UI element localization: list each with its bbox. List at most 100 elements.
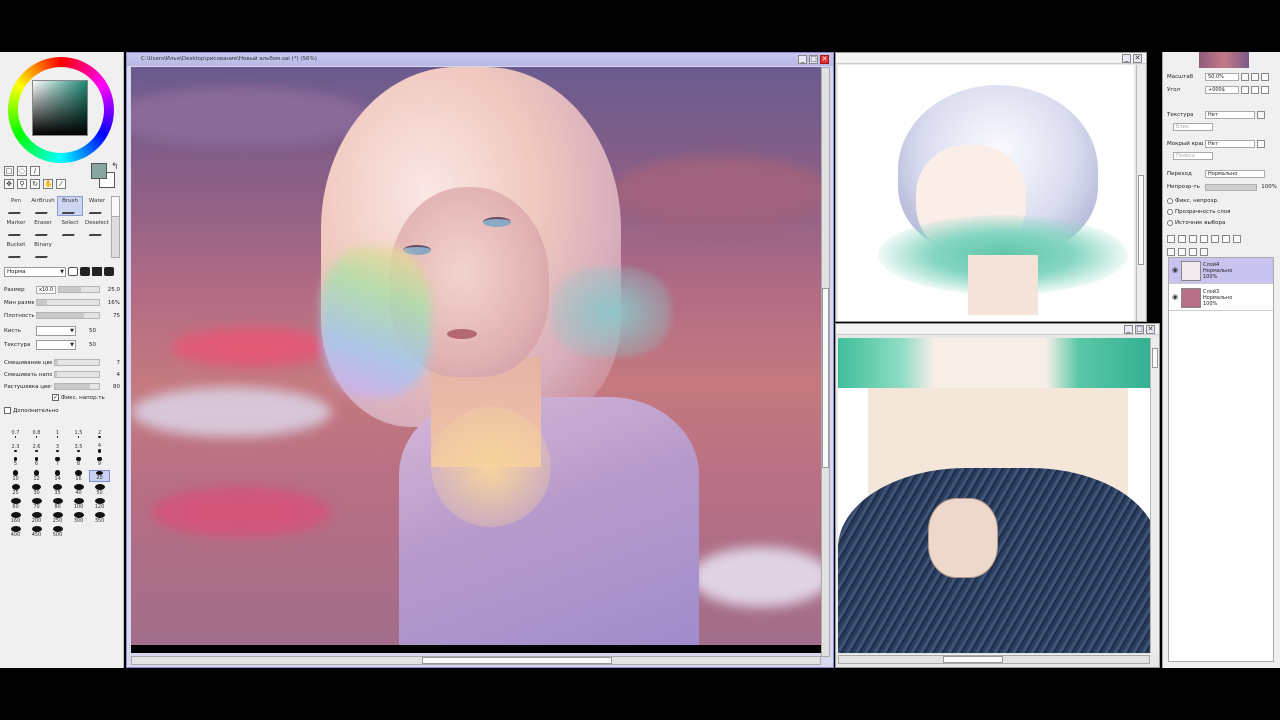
minimize-button[interactable]: _	[1122, 54, 1131, 63]
brush-shape-flat-icon[interactable]	[68, 267, 78, 276]
brush-size-preset[interactable]: 450	[26, 526, 47, 538]
size-slider[interactable]	[58, 286, 100, 293]
brush-size-preset[interactable]: 80	[47, 498, 68, 510]
brush-size-preset[interactable]: 300	[68, 512, 89, 524]
brush-size-preset[interactable]: 2.3	[5, 442, 26, 454]
min-size-slider[interactable]	[36, 299, 100, 306]
maximize-button[interactable]: □	[1135, 325, 1144, 334]
delete-layer-icon[interactable]	[1233, 235, 1241, 243]
reference-2-horizontal-scrollbar[interactable]	[838, 655, 1150, 664]
brush-size-preset[interactable]: 30	[26, 484, 47, 496]
brush-size-preset[interactable]: 2	[89, 428, 110, 440]
copy-layer-icon[interactable]	[1211, 235, 1219, 243]
brush-size-preset[interactable]: 14	[47, 470, 68, 482]
zoom-reset-button[interactable]	[1261, 73, 1269, 81]
density-slider[interactable]	[36, 312, 100, 319]
close-button[interactable]: ✕	[1133, 54, 1142, 63]
saturation-value-square[interactable]	[32, 80, 88, 136]
tools-scrollbar-thumb[interactable]	[112, 197, 119, 217]
brush-size-preset[interactable]: 0.7	[5, 428, 26, 440]
tool-brush[interactable]: Brush	[57, 196, 83, 216]
layer-blend-select[interactable]: Нормально	[1205, 170, 1265, 178]
rotate-left-button[interactable]	[1241, 86, 1249, 94]
brush-shape-select[interactable]: ▼	[36, 325, 76, 336]
brush-size-preset[interactable]: 2.6	[26, 442, 47, 454]
eyedropper-icon[interactable]: ⁄	[56, 179, 66, 189]
brush-size-preset[interactable]: 5	[5, 456, 26, 468]
brush-size-preset[interactable]: 20	[89, 470, 110, 482]
brush-size-preset[interactable]: 10	[5, 470, 26, 482]
close-button[interactable]: ✕	[820, 55, 829, 64]
visibility-eye-icon[interactable]: ◉	[1171, 266, 1179, 275]
navigator-thumbnail[interactable]	[1199, 52, 1249, 68]
reference-1-scrollbar[interactable]	[1136, 65, 1145, 321]
brush-size-preset[interactable]: 250	[47, 512, 68, 524]
tool-select[interactable]: Select	[57, 218, 83, 238]
advanced-settings-row[interactable]: Дополнительно	[4, 407, 59, 414]
keep-opacity-checkbox[interactable]: ✓	[52, 394, 59, 401]
reference-2-scroll-thumb[interactable]	[1152, 348, 1158, 368]
new-folder-icon[interactable]	[1189, 235, 1197, 243]
size-multiplier[interactable]: x10.0	[36, 285, 56, 294]
canvas-vertical-scrollbar[interactable]	[821, 67, 830, 657]
clear-layer-icon[interactable]	[1222, 235, 1230, 243]
texture-select[interactable]: Нет	[1205, 111, 1255, 119]
hand-icon[interactable]: ✋	[43, 179, 53, 189]
transfer-down-icon[interactable]	[1167, 248, 1175, 256]
param-density[interactable]: Плотность 75	[4, 310, 120, 321]
option-selection-source[interactable]: Источник выбора	[1167, 218, 1277, 228]
layer-item[interactable]: ◉ Слой4 Нормально 100%	[1169, 258, 1273, 284]
new-linework-layer-icon[interactable]	[1178, 235, 1186, 243]
selection-source-radio[interactable]	[1167, 220, 1173, 226]
tool-pen[interactable]: Pen	[3, 196, 29, 216]
brush-size-preset[interactable]: 25	[5, 484, 26, 496]
brush-size-preset[interactable]: 1.5	[68, 428, 89, 440]
trash-icon[interactable]	[1200, 248, 1208, 256]
brush-size-preset[interactable]: 200	[26, 512, 47, 524]
tool-water[interactable]: Water	[84, 196, 110, 216]
brush-size-preset[interactable]: 3	[47, 442, 68, 454]
maximize-button[interactable]: □	[809, 55, 818, 64]
brush-size-preset[interactable]: 50	[89, 484, 110, 496]
zoom-input[interactable]: 50.0%	[1205, 73, 1239, 81]
brush-size-preset[interactable]: 9	[89, 456, 110, 468]
blend-mode-select[interactable]: Норма ▼	[4, 266, 66, 277]
angle-input[interactable]: +000$	[1205, 86, 1239, 94]
brush-shape-square-icon[interactable]	[92, 267, 102, 276]
painting-canvas[interactable]	[131, 67, 821, 645]
brush-size-preset[interactable]: 100	[68, 498, 89, 510]
merge-visible-icon[interactable]	[1178, 248, 1186, 256]
brush-size-preset[interactable]: 400	[5, 526, 26, 538]
canvas-horizontal-scrollbar[interactable]	[131, 656, 821, 665]
reference-2-scrollbar[interactable]	[1150, 338, 1159, 653]
persistence-slider[interactable]	[54, 383, 100, 390]
brush-size-preset[interactable]: 35	[47, 484, 68, 496]
keep-opacity-row[interactable]: ✓ Фикс. напор.ть	[52, 394, 105, 401]
param-texture[interactable]: Текстура ▼ 50	[4, 339, 120, 350]
reference-1-scroll-thumb[interactable]	[1138, 175, 1144, 265]
canvas-horizontal-thumb[interactable]	[422, 657, 612, 664]
param-size[interactable]: Размер x10.0 25.0	[4, 284, 120, 295]
clipping-radio[interactable]	[1167, 209, 1173, 215]
lasso-icon[interactable]: ◌	[17, 166, 27, 176]
tool-binary[interactable]: Binary	[30, 240, 56, 260]
zoom-in-button[interactable]	[1251, 73, 1259, 81]
brush-size-preset[interactable]: 70	[26, 498, 47, 510]
brush-size-preset[interactable]: 0.8	[26, 428, 47, 440]
brush-size-preset[interactable]: 16	[68, 470, 89, 482]
effect-select[interactable]: Нет	[1205, 140, 1255, 148]
rotate-reset-button[interactable]	[1261, 86, 1269, 94]
tool-airbrush[interactable]: AirBrush	[30, 196, 56, 216]
zoom-out-button[interactable]	[1241, 73, 1249, 81]
effect-options-button[interactable]	[1257, 140, 1265, 148]
brush-size-preset[interactable]: 120	[89, 498, 110, 510]
advanced-checkbox[interactable]	[4, 407, 11, 414]
texture-sub-select[interactable]: Блик	[1173, 123, 1213, 131]
move-icon[interactable]: ✥	[4, 179, 14, 189]
preserve-opacity-radio[interactable]	[1167, 198, 1173, 204]
rotate-icon[interactable]: ↻	[30, 179, 40, 189]
rect-select-icon[interactable]: □	[4, 166, 14, 176]
swap-colors-icon[interactable]: ↰	[111, 162, 119, 172]
visibility-eye-icon[interactable]: ◉	[1171, 293, 1179, 302]
param-dilution[interactable]: Смешивать напор 4	[4, 369, 120, 380]
